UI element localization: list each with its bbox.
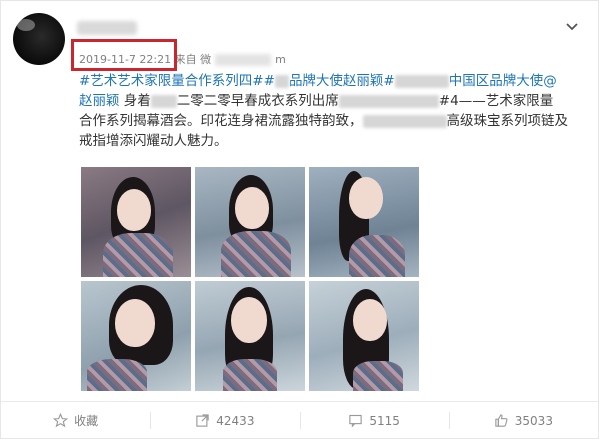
- comment-icon: [349, 414, 363, 428]
- masked-text: [394, 74, 449, 88]
- post-text-segment: 二零二零早春成衣系列出席: [176, 93, 339, 109]
- masked-text: [274, 74, 289, 88]
- photo-thumbnail[interactable]: [195, 281, 305, 391]
- mention-at[interactable]: @: [543, 73, 557, 89]
- post-text: #艺术艺术家限量合作系列四## 品牌大使赵丽颖# 中国区品牌大使@ 赵丽颖 身着 二零…: [79, 71, 591, 151]
- mention-link[interactable]: 赵丽颖: [79, 93, 120, 109]
- comment-button[interactable]: 5115: [299, 402, 449, 439]
- photo-grid: [81, 167, 421, 391]
- post-text-segment: 戒指增添闪耀动人魅力。: [79, 133, 228, 149]
- comment-count: 5115: [369, 413, 400, 428]
- topic-link[interactable]: #艺术艺术家限量合作系列四##: [79, 73, 275, 89]
- weibo-post-card: 2019-11-7 22:21 来自 微m #艺术艺术家限量合作系列四## 品牌大…: [0, 0, 599, 439]
- photo-thumbnail[interactable]: [309, 281, 419, 391]
- avatar[interactable]: [13, 13, 65, 65]
- post-text-segment: 高级珠宝系列项链及: [446, 113, 569, 129]
- repost-button[interactable]: 42433: [150, 402, 299, 439]
- repost-count: 42433: [216, 413, 255, 428]
- post-text-segment: #4——艺术家限量: [438, 93, 554, 109]
- like-button[interactable]: 35033: [448, 402, 598, 439]
- timestamp-highlight-box: [71, 39, 177, 71]
- like-count: 35033: [514, 413, 553, 428]
- repost-icon: [196, 414, 209, 427]
- chevron-down-icon[interactable]: [562, 17, 582, 37]
- topic-link-2[interactable]: 品牌大使赵丽颖#: [289, 73, 395, 89]
- masked-text: [150, 94, 177, 108]
- photo-thumbnail[interactable]: [81, 281, 191, 391]
- favorite-label: 收藏: [74, 414, 99, 428]
- photo-thumbnail[interactable]: [81, 167, 191, 277]
- blurred-source: [215, 54, 272, 66]
- photo-thumbnail[interactable]: [309, 167, 419, 277]
- action-bar: 收藏 42433 5115 35033: [1, 401, 598, 439]
- post-source-prefix: 来自 微: [174, 53, 212, 66]
- post-text-segment: 合作系列揭幕酒会。印花连身裙流露独特韵致，: [79, 113, 363, 129]
- topic-link-3[interactable]: 中国区品牌大使: [449, 73, 544, 89]
- star-icon: [53, 413, 69, 428]
- masked-text: [338, 94, 439, 108]
- masked-text: [362, 114, 447, 128]
- post-source-suffix: m: [275, 53, 286, 66]
- blurred-username: [77, 21, 137, 35]
- photo-thumbnail[interactable]: [195, 167, 305, 277]
- post-text-segment: 身着: [119, 93, 151, 109]
- thumbs-up-icon: [495, 414, 508, 427]
- favorite-button[interactable]: 收藏: [1, 402, 150, 439]
